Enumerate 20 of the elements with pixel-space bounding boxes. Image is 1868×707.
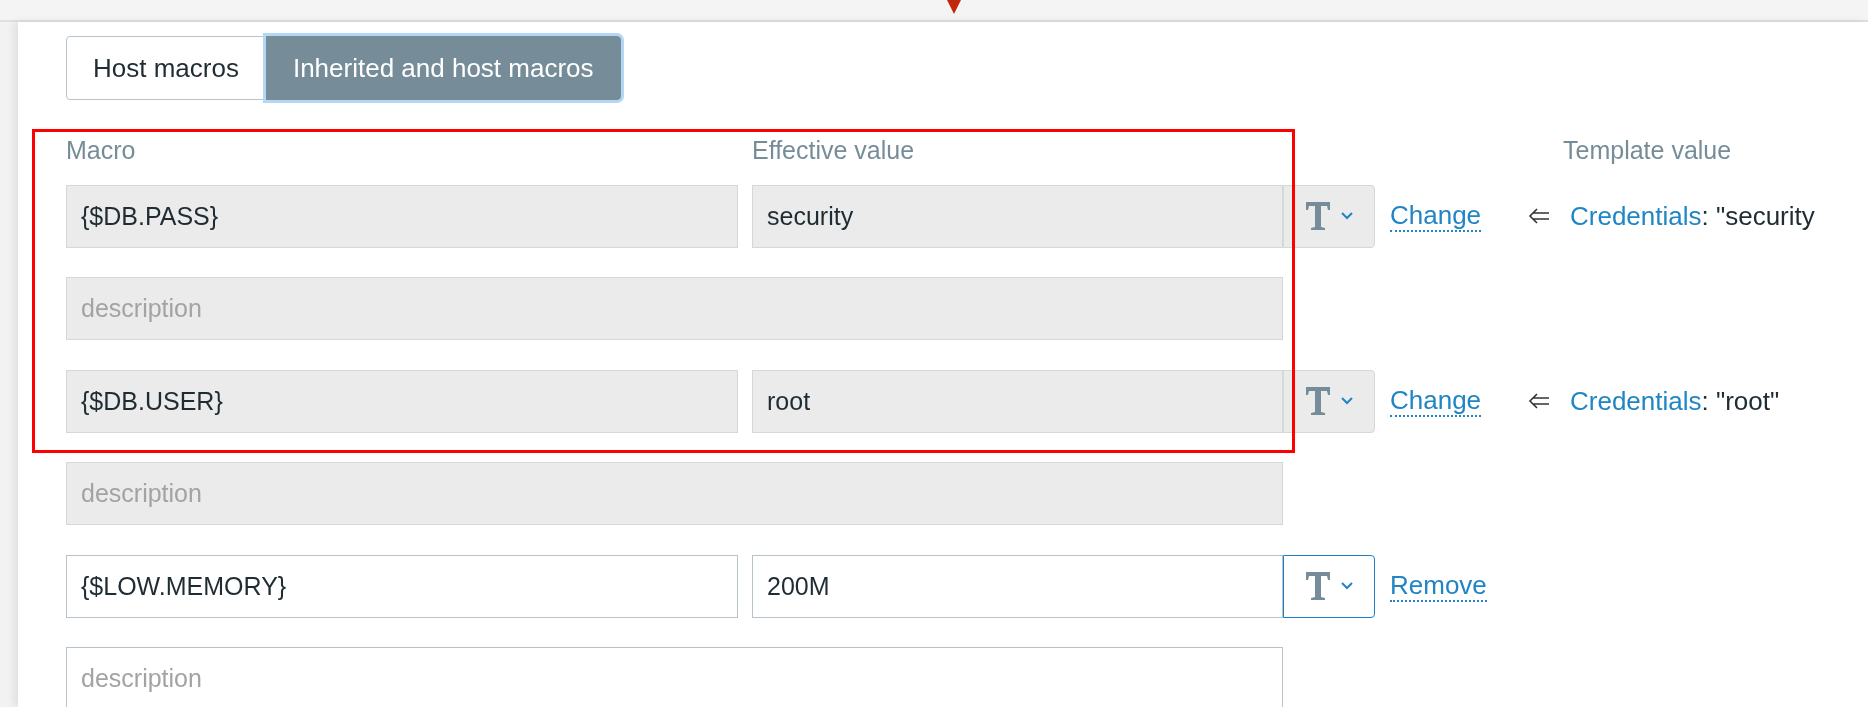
chevron-icon — [1341, 397, 1353, 405]
chevron-icon — [1341, 582, 1353, 590]
description-field[interactable]: description — [66, 647, 1283, 707]
column-header: Template value — [1563, 135, 1732, 165]
value-field[interactable]: 200M — [752, 554, 1283, 618]
text-type-icon — [1305, 202, 1331, 230]
pointer-icon — [947, 0, 961, 14]
tab[interactable]: Host macros — [66, 36, 266, 100]
left-arrow-icon — [1528, 393, 1550, 409]
column-header: Macro — [66, 135, 136, 164]
template-value: : "root" — [1701, 385, 1780, 417]
template-value: : "security — [1701, 200, 1815, 232]
text-type-icon — [1305, 387, 1331, 415]
chevron-icon — [1341, 212, 1353, 220]
action-link[interactable]: Remove — [1390, 570, 1487, 602]
macro-field[interactable]: {$LOW.MEMORY} — [66, 554, 738, 618]
column-header: Effective value — [752, 135, 915, 164]
text-type-icon — [1305, 572, 1331, 600]
left-arrow-icon — [1528, 208, 1550, 224]
type-dropdown[interactable] — [1283, 554, 1375, 618]
